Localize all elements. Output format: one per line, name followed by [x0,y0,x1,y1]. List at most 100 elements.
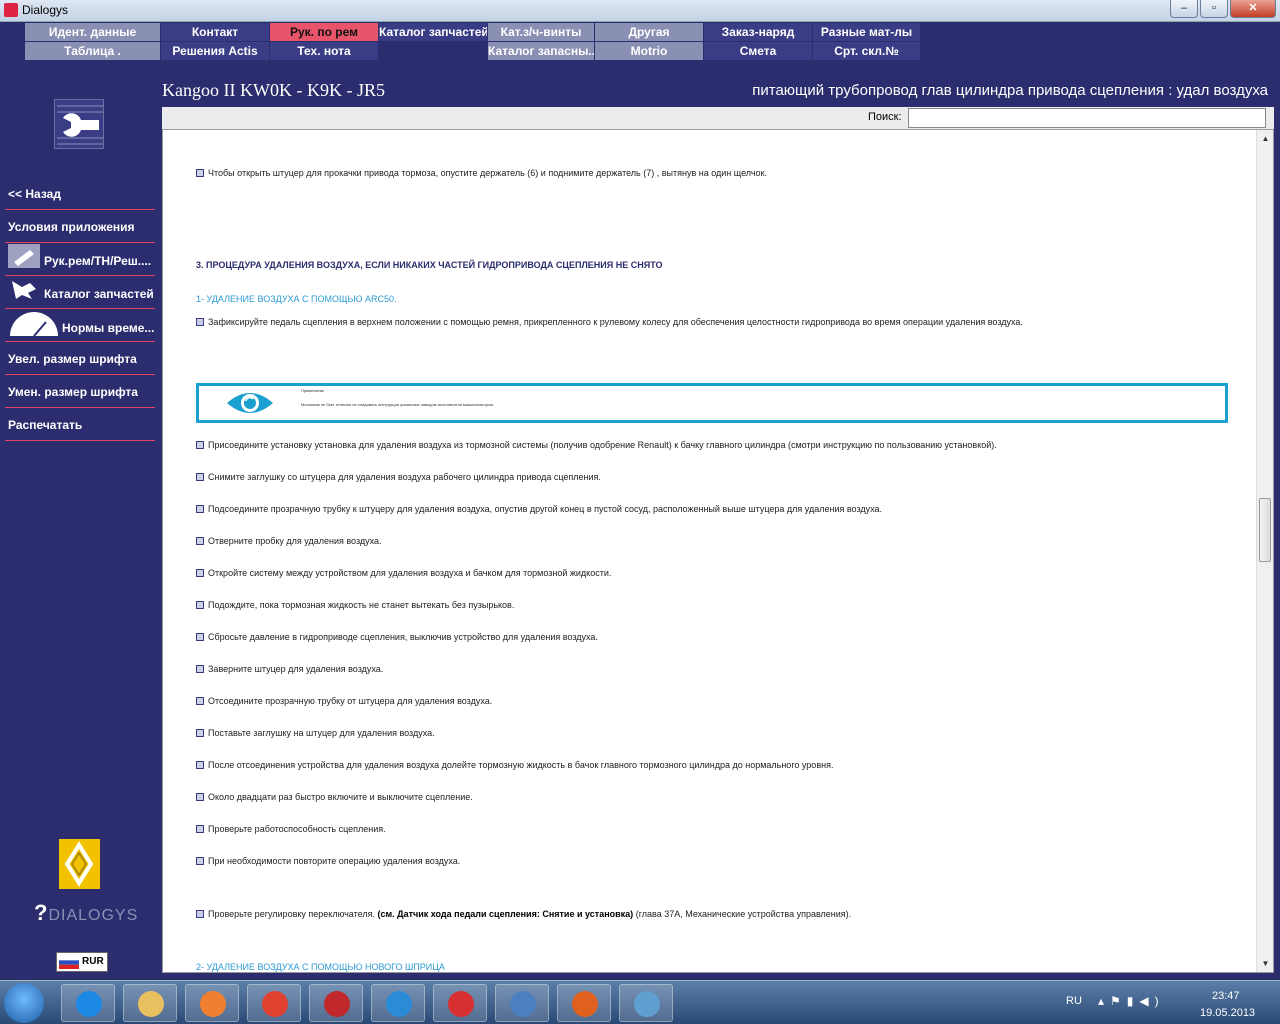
note-text: Механизм не бьет отнесем не следовать ин… [301,402,495,407]
list-item: При необходимости повторите операцию уда… [196,856,460,866]
maximize-button[interactable]: ▫ [1200,0,1228,18]
list-item: Поставьте заглушку на штуцер для удалени… [196,728,435,738]
tab-repair-manual[interactable]: Рук. по рем [270,23,378,41]
labour-times-button[interactable]: Нормы време... [5,310,155,342]
search-label: Поиск: [868,111,902,123]
bullet-icon [196,793,204,801]
list-item: Проверьте регулировку переключателя. (см… [196,909,851,919]
bullet-icon [196,729,204,737]
conditions-button[interactable]: Условия приложения [5,211,155,243]
tab-parts-catalog[interactable]: Каталог запчастей [379,23,487,41]
tab-actis[interactable]: Решения Actis [161,42,269,60]
java-icon-glyph [572,991,598,1017]
scroll-thumb[interactable] [1259,498,1271,562]
explorer-icon[interactable] [123,984,177,1022]
subsection-title: 1- УДАЛЕНИЕ ВОЗДУХА С ПОМОЩЬЮ ARC50. [196,294,397,304]
russia-flag-icon [59,956,79,969]
list-item: Заверните штуцер для удаления воздуха. [196,664,383,674]
paint-icon[interactable] [619,984,673,1022]
tab-other[interactable]: Другая [595,23,703,41]
scroll-up-icon[interactable]: ▲ [1257,130,1273,147]
bullet-icon [196,169,204,177]
tab-ident-data[interactable]: Идент. данные [25,23,160,41]
tab-tech-note[interactable]: Тех. нота [270,42,378,60]
dialogys-brand-text: DIALOGYS [48,907,139,924]
volume-app-icon-glyph [510,991,536,1017]
list-item: Отсоедините прозрачную трубку от штуцера… [196,696,492,706]
list-item: Проверьте работоспособность сцепления. [196,824,386,834]
bullet-icon [196,441,204,449]
list-item: Подождите, пока тормозная жидкость не ст… [196,600,514,610]
yandex-icon-glyph [448,991,474,1017]
close-button[interactable]: ✕ [1230,0,1276,18]
list-item: Снимите заглушку со штуцера для удаления… [196,472,601,482]
font-smaller-button[interactable]: Умен. размер шрифта [5,376,155,408]
kaspersky-icon[interactable] [309,984,363,1022]
repair-manual-button[interactable]: Рук.рем/ТН/Реш.... [5,244,155,276]
bullet-icon [196,537,204,545]
tab-motrio[interactable]: Motrio [595,42,703,60]
tab-parts-screws[interactable]: Кат.з/ч-винты [488,23,594,41]
scroll-down-icon[interactable]: ▼ [1257,955,1273,972]
tab-spare-catalog[interactable]: Каталог запасны... [488,42,594,60]
z-icon-glyph [386,991,412,1017]
labour-times-label: Нормы време... [62,321,155,336]
bullet-icon [196,761,204,769]
list-item: После отсоединения устройства для удален… [196,760,833,770]
dialogys-logo: ?DIALOGYS [34,900,138,926]
media-player-icon[interactable] [185,984,239,1022]
java-icon[interactable] [557,984,611,1022]
vertical-scrollbar[interactable]: ▲ ▼ [1256,130,1273,972]
parts-icon [8,277,40,308]
clock-date[interactable]: 19.05.2013 [1200,1007,1255,1019]
print-button[interactable]: Распечатать [5,409,155,441]
tab-stock[interactable]: Срт. скл.№ [813,42,920,60]
document-view[interactable]: Чтобы открыть штуцер для прокачки привод… [162,129,1274,973]
wrench-logo-icon [54,99,104,149]
tab-empty [379,42,487,60]
language-indicator[interactable]: RU [1066,995,1082,1007]
chrome-icon[interactable] [247,984,301,1022]
search-bar: Поиск: [162,107,1274,129]
currency-label: RUR [82,956,104,967]
bullet-icon [196,697,204,705]
tab-contact[interactable]: Контакт [161,23,269,41]
bullet-icon [196,318,204,326]
bullet-icon [196,910,204,918]
list-item: Откройте систему между устройством для у… [196,568,611,578]
parts-catalog-button[interactable]: Каталог запчастей [5,277,155,309]
yandex-icon[interactable] [433,984,487,1022]
vehicle-title: Kangoo II KW0K - K9K - JR5 [162,80,385,100]
list-item: Сбросьте давление в гидроприводе сцеплен… [196,632,598,642]
chrome-icon-glyph [262,991,288,1017]
bullet-icon [196,857,204,865]
list-item: Присоедините установку установка для уда… [196,440,997,450]
ie-icon[interactable] [61,984,115,1022]
minimize-button[interactable]: – [1170,0,1198,18]
currency-button[interactable]: RUR [56,952,108,972]
font-bigger-button[interactable]: Увел. размер шрифта [5,343,155,375]
subsection-title: 2- УДАЛЕНИЕ ВОЗДУХА С ПОМОЩЬЮ НОВОГО ШПР… [196,962,445,972]
bullet-icon [196,665,204,673]
note-title: Примечание [301,388,325,393]
tab-table[interactable]: Таблица . [25,42,160,60]
back-button[interactable]: << Назад [5,178,155,210]
eye-icon [227,393,273,413]
tab-misc-materials[interactable]: Разные мат-лы [813,23,920,41]
start-button[interactable] [4,983,44,1023]
app-icon [4,3,18,17]
wrench-icon [8,244,40,275]
search-input[interactable] [908,108,1266,128]
bullet-icon [196,601,204,609]
clock-time[interactable]: 23:47 [1212,990,1240,1002]
tab-work-order[interactable]: Заказ-наряд [704,23,812,41]
bullet-icon [196,633,204,641]
window-title: Dialogys [22,3,69,17]
list-item: Отверните пробку для удаления воздуха. [196,536,382,546]
volume-app-icon[interactable] [495,984,549,1022]
tray-icons[interactable]: ▴⚑▮◀) [1098,994,1165,1008]
tab-estimate[interactable]: Смета [704,42,812,60]
reference-link[interactable]: (см. Датчик хода педали сцепления: Сняти… [378,909,634,919]
window-titlebar: Dialogys – ▫ ✕ [0,0,1280,22]
z-icon[interactable] [371,984,425,1022]
